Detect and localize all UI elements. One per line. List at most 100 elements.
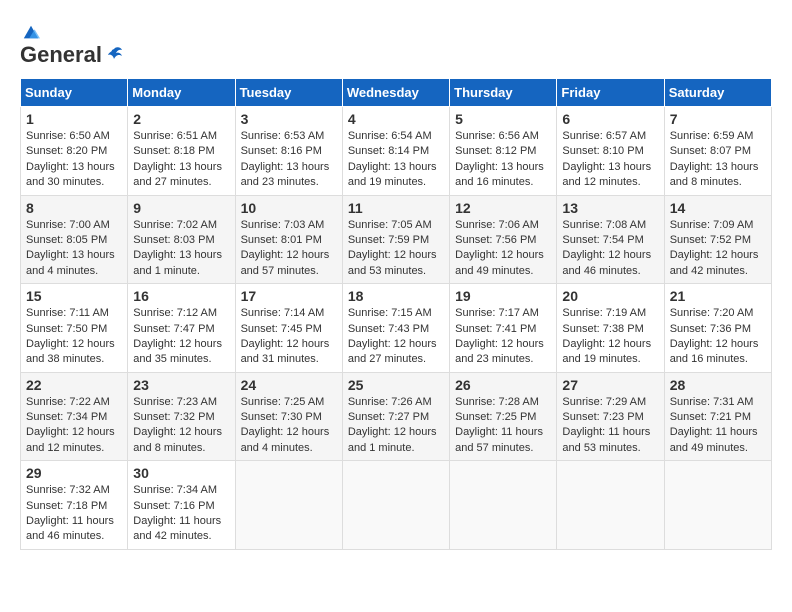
day-number: 30 — [133, 465, 229, 481]
day-number: 26 — [455, 377, 551, 393]
calendar-cell: 18 Sunrise: 7:15 AMSunset: 7:43 PMDayligh… — [342, 284, 449, 373]
calendar-cell: 28 Sunrise: 7:31 AMSunset: 7:21 PMDayligh… — [664, 372, 771, 461]
day-info: Sunrise: 6:54 AMSunset: 8:14 PMDaylight:… — [348, 130, 437, 188]
day-info: Sunrise: 7:03 AMSunset: 8:01 PMDaylight:… — [241, 219, 330, 277]
day-number: 20 — [562, 288, 658, 304]
calendar-cell: 16 Sunrise: 7:12 AMSunset: 7:47 PMDayligh… — [128, 284, 235, 373]
day-number: 25 — [348, 377, 444, 393]
day-number: 6 — [562, 111, 658, 127]
day-info: Sunrise: 6:51 AMSunset: 8:18 PMDaylight:… — [133, 130, 222, 188]
day-number: 9 — [133, 200, 229, 216]
calendar-cell — [235, 461, 342, 550]
calendar-cell: 11 Sunrise: 7:05 AMSunset: 7:59 PMDayligh… — [342, 195, 449, 284]
day-info: Sunrise: 7:19 AMSunset: 7:38 PMDaylight:… — [562, 307, 651, 365]
day-number: 21 — [670, 288, 766, 304]
calendar-cell: 24Sunrise: 7:25 AMSunset: 7:30 PMDayligh… — [235, 372, 342, 461]
calendar-cell — [342, 461, 449, 550]
day-number: 16 — [133, 288, 229, 304]
day-info: Sunrise: 6:56 AMSunset: 8:12 PMDaylight:… — [455, 130, 544, 188]
page-header: General — [20, 20, 772, 68]
day-info: Sunrise: 6:53 AMSunset: 8:16 PMDaylight:… — [241, 130, 330, 188]
calendar-cell — [557, 461, 664, 550]
week-row-4: 22Sunrise: 7:22 AMSunset: 7:34 PMDayligh… — [21, 372, 772, 461]
day-info: Sunrise: 7:02 AMSunset: 8:03 PMDaylight:… — [133, 219, 222, 277]
calendar-cell: 27 Sunrise: 7:29 AMSunset: 7:23 PMDayligh… — [557, 372, 664, 461]
calendar-cell: 8Sunrise: 7:00 AMSunset: 8:05 PMDaylight… — [21, 195, 128, 284]
calendar-cell: 29Sunrise: 7:32 AMSunset: 7:18 PMDayligh… — [21, 461, 128, 550]
day-info: Sunrise: 7:12 AMSunset: 7:47 PMDaylight:… — [133, 307, 222, 365]
calendar-cell: 19Sunrise: 7:17 AMSunset: 7:41 PMDayligh… — [450, 284, 557, 373]
day-info: Sunrise: 7:14 AMSunset: 7:45 PMDaylight:… — [241, 307, 330, 365]
calendar-cell: 17 Sunrise: 7:14 AMSunset: 7:45 PMDayligh… — [235, 284, 342, 373]
day-number: 10 — [241, 200, 337, 216]
day-info: Sunrise: 7:28 AMSunset: 7:25 PMDaylight:… — [455, 396, 543, 454]
day-number: 1 — [26, 111, 122, 127]
day-number: 13 — [562, 200, 658, 216]
calendar-cell: 6 Sunrise: 6:57 AMSunset: 8:10 PMDaylight… — [557, 107, 664, 196]
day-info: Sunrise: 7:05 AMSunset: 7:59 PMDaylight:… — [348, 219, 437, 277]
calendar-cell: 23 Sunrise: 7:23 AMSunset: 7:32 PMDayligh… — [128, 372, 235, 461]
day-info: Sunrise: 7:08 AMSunset: 7:54 PMDaylight:… — [562, 219, 651, 277]
header-day-friday: Friday — [557, 79, 664, 107]
day-info: Sunrise: 7:34 AMSunset: 7:16 PMDaylight:… — [133, 484, 221, 542]
day-number: 15 — [26, 288, 122, 304]
day-info: Sunrise: 7:06 AMSunset: 7:56 PMDaylight:… — [455, 219, 544, 277]
logo-icon — [22, 24, 40, 42]
logo: General — [20, 20, 126, 68]
calendar-cell: 20 Sunrise: 7:19 AMSunset: 7:38 PMDayligh… — [557, 284, 664, 373]
header-day-sunday: Sunday — [21, 79, 128, 107]
calendar-body: 1 Sunrise: 6:50 AMSunset: 8:20 PMDaylight… — [21, 107, 772, 550]
day-info: Sunrise: 7:29 AMSunset: 7:23 PMDaylight:… — [562, 396, 650, 454]
day-number: 14 — [670, 200, 766, 216]
calendar-cell: 22Sunrise: 7:22 AMSunset: 7:34 PMDayligh… — [21, 372, 128, 461]
day-info: Sunrise: 7:25 AMSunset: 7:30 PMDaylight:… — [241, 396, 330, 454]
calendar-cell: 2 Sunrise: 6:51 AMSunset: 8:18 PMDaylight… — [128, 107, 235, 196]
day-number: 27 — [562, 377, 658, 393]
header-day-monday: Monday — [128, 79, 235, 107]
calendar-cell: 26 Sunrise: 7:28 AMSunset: 7:25 PMDayligh… — [450, 372, 557, 461]
day-number: 5 — [455, 111, 551, 127]
calendar-cell — [664, 461, 771, 550]
calendar-cell: 4Sunrise: 6:54 AMSunset: 8:14 PMDaylight… — [342, 107, 449, 196]
day-info: Sunrise: 7:23 AMSunset: 7:32 PMDaylight:… — [133, 396, 222, 454]
calendar-table: SundayMondayTuesdayWednesdayThursdayFrid… — [20, 78, 772, 550]
day-info: Sunrise: 7:00 AMSunset: 8:05 PMDaylight:… — [26, 219, 115, 277]
day-info: Sunrise: 7:26 AMSunset: 7:27 PMDaylight:… — [348, 396, 437, 454]
week-row-3: 15 Sunrise: 7:11 AMSunset: 7:50 PMDayligh… — [21, 284, 772, 373]
day-info: Sunrise: 7:15 AMSunset: 7:43 PMDaylight:… — [348, 307, 437, 365]
day-info: Sunrise: 7:09 AMSunset: 7:52 PMDaylight:… — [670, 219, 759, 277]
logo-bird-icon — [104, 45, 124, 65]
day-number: 18 — [348, 288, 444, 304]
header-day-wednesday: Wednesday — [342, 79, 449, 107]
day-number: 29 — [26, 465, 122, 481]
day-info: Sunrise: 7:11 AMSunset: 7:50 PMDaylight:… — [26, 307, 115, 365]
calendar-cell: 9 Sunrise: 7:02 AMSunset: 8:03 PMDaylight… — [128, 195, 235, 284]
calendar-cell: 12Sunrise: 7:06 AMSunset: 7:56 PMDayligh… — [450, 195, 557, 284]
header-row: SundayMondayTuesdayWednesdayThursdayFrid… — [21, 79, 772, 107]
day-info: Sunrise: 6:50 AMSunset: 8:20 PMDaylight:… — [26, 130, 115, 188]
day-number: 22 — [26, 377, 122, 393]
day-info: Sunrise: 7:31 AMSunset: 7:21 PMDaylight:… — [670, 396, 758, 454]
day-number: 28 — [670, 377, 766, 393]
day-info: Sunrise: 6:57 AMSunset: 8:10 PMDaylight:… — [562, 130, 651, 188]
week-row-5: 29Sunrise: 7:32 AMSunset: 7:18 PMDayligh… — [21, 461, 772, 550]
calendar-cell: 21Sunrise: 7:20 AMSunset: 7:36 PMDayligh… — [664, 284, 771, 373]
calendar-cell — [450, 461, 557, 550]
day-number: 7 — [670, 111, 766, 127]
calendar-cell: 25 Sunrise: 7:26 AMSunset: 7:27 PMDayligh… — [342, 372, 449, 461]
calendar-cell: 1 Sunrise: 6:50 AMSunset: 8:20 PMDaylight… — [21, 107, 128, 196]
day-number: 3 — [241, 111, 337, 127]
day-number: 11 — [348, 200, 444, 216]
day-number: 2 — [133, 111, 229, 127]
day-number: 23 — [133, 377, 229, 393]
header-day-thursday: Thursday — [450, 79, 557, 107]
logo-general-bottom: General — [20, 42, 102, 68]
calendar-cell: 30 Sunrise: 7:34 AMSunset: 7:16 PMDayligh… — [128, 461, 235, 550]
calendar-cell: 14 Sunrise: 7:09 AMSunset: 7:52 PMDayligh… — [664, 195, 771, 284]
calendar-cell: 5 Sunrise: 6:56 AMSunset: 8:12 PMDaylight… — [450, 107, 557, 196]
day-number: 19 — [455, 288, 551, 304]
day-number: 17 — [241, 288, 337, 304]
week-row-1: 1 Sunrise: 6:50 AMSunset: 8:20 PMDaylight… — [21, 107, 772, 196]
header-day-saturday: Saturday — [664, 79, 771, 107]
calendar-cell: 15 Sunrise: 7:11 AMSunset: 7:50 PMDayligh… — [21, 284, 128, 373]
